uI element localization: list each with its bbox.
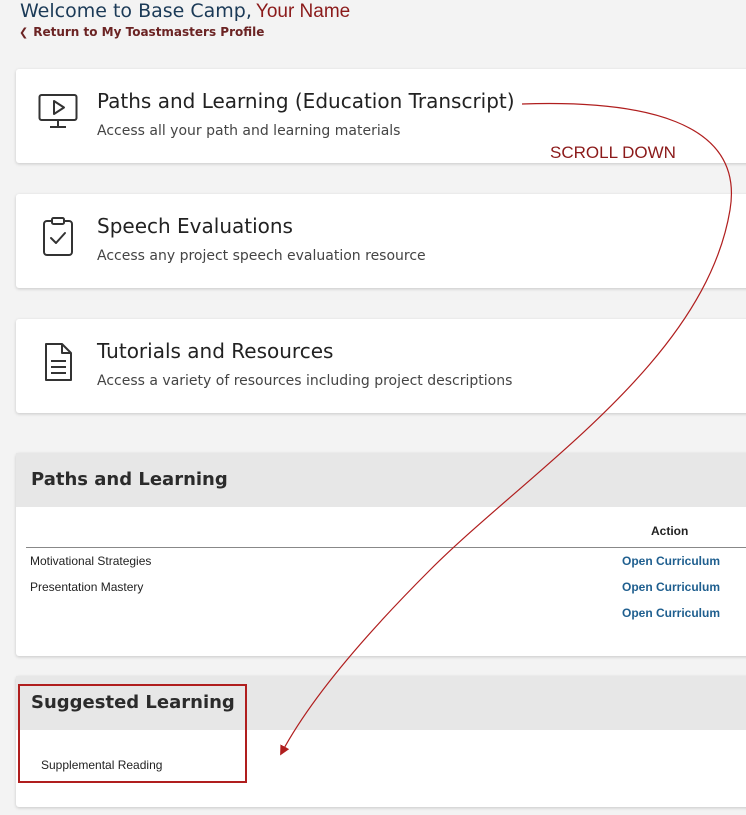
scroll-arrow-annotation: [280, 102, 733, 756]
